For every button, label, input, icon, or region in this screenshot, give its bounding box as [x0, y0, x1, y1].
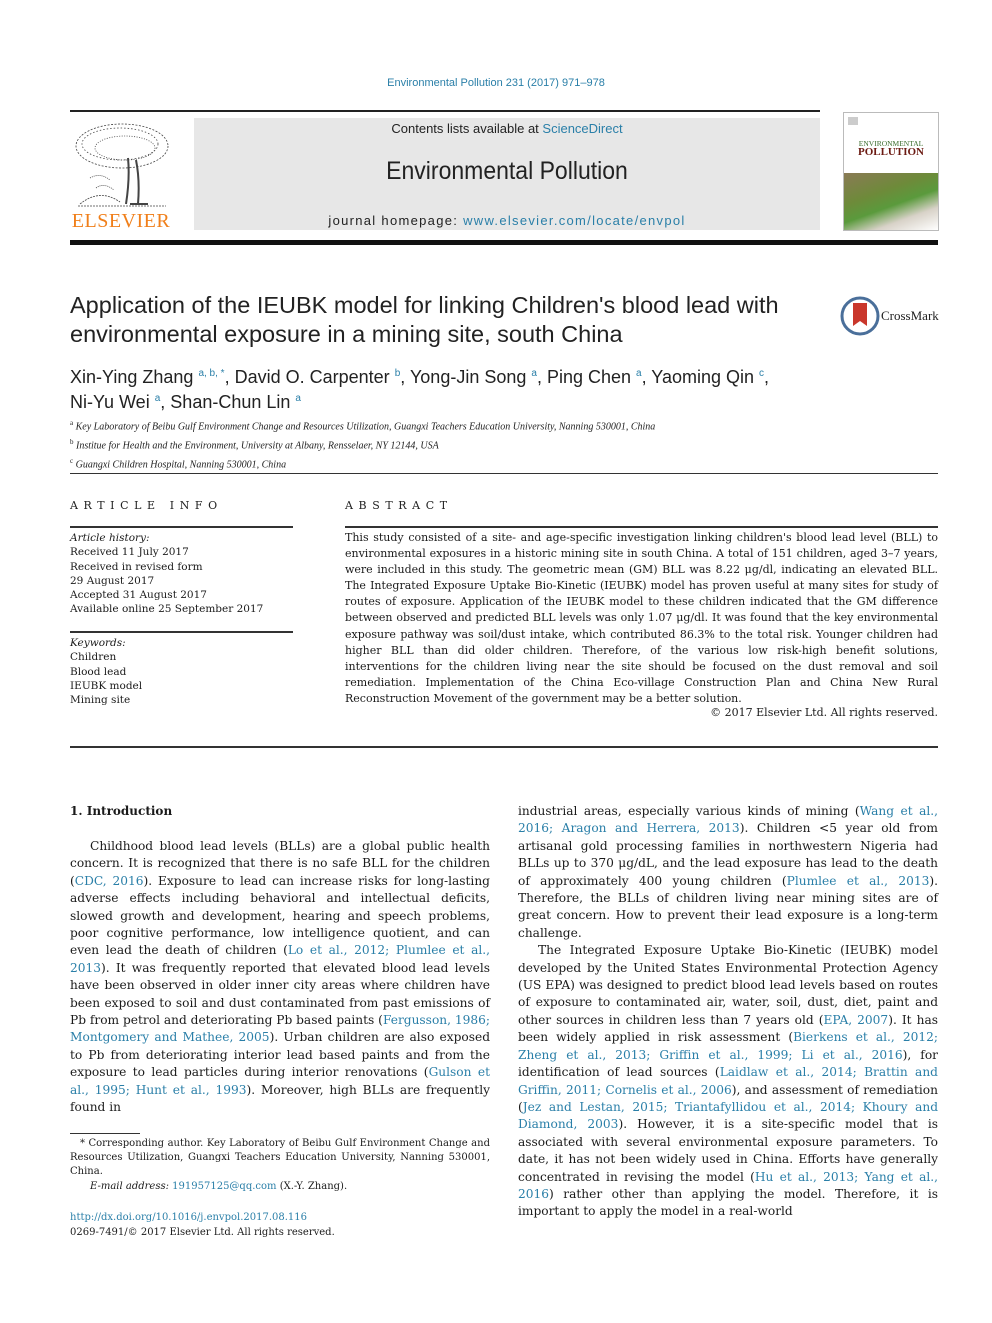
history-label: Article history:: [70, 532, 150, 544]
email-suffix: (X.-Y. Zhang).: [276, 1180, 348, 1192]
divider: [70, 473, 938, 474]
cover-image: [844, 173, 938, 230]
contents-line: Contents lists available at ScienceDirec…: [194, 121, 820, 136]
keyword: Children: [70, 651, 117, 664]
author[interactable]: Yong-Jin Song a: [410, 367, 537, 387]
email-label: E-mail address:: [90, 1180, 173, 1192]
divider: [70, 526, 293, 528]
journal-cover-thumbnail[interactable]: ENVIRONMENTAL POLLUTION: [843, 112, 939, 231]
issn-copyright: 0269-7491/© 2017 Elsevier Ltd. All right…: [70, 1226, 335, 1238]
divider: [345, 526, 938, 528]
paragraph: industrial areas, especially various kin…: [518, 803, 938, 942]
history-item: Accepted 31 August 2017: [70, 589, 207, 602]
keywords: Keywords: Children Blood lead IEUBK mode…: [70, 636, 293, 707]
footnote: * Corresponding author. Key Laboratory o…: [70, 1137, 490, 1194]
affiliation: c Guangxi Children Hospital, Nanning 530…: [70, 456, 287, 470]
divider: [70, 746, 938, 748]
author[interactable]: David O. Carpenter b: [235, 367, 401, 387]
divider: [70, 631, 293, 633]
body-text: industrial areas, especially various kin…: [518, 804, 860, 818]
abstract-body: This study consisted of a site- and age-…: [345, 531, 938, 705]
footnote-rule: [70, 1133, 140, 1134]
doi-block: http://dx.doi.org/10.1016/j.envpol.2017.…: [70, 1211, 335, 1240]
paragraph: The Integrated Exposure Uptake Bio-Kinet…: [518, 942, 938, 1221]
header-thick-rule: [70, 240, 938, 245]
body-column-right: industrial areas, especially various kin…: [518, 803, 938, 1221]
author[interactable]: Ping Chen a: [547, 367, 642, 387]
crossmark-button[interactable]: CrossMark: [840, 296, 940, 336]
paragraph: Childhood blood lead levels (BLLs) are a…: [70, 838, 490, 1117]
citation-link[interactable]: EPA, 2007: [823, 1013, 888, 1027]
keyword: Blood lead: [70, 665, 127, 678]
citation-link[interactable]: Plumlee et al., 2013: [787, 874, 930, 888]
affiliations: a Key Laboratory of Beibu Gulf Environme…: [70, 416, 930, 472]
email-line: E-mail address: 191957125@qq.com (X.-Y. …: [70, 1180, 490, 1194]
journal-title: Environmental Pollution: [386, 157, 628, 185]
section-heading-introduction: 1. Introduction: [70, 804, 173, 818]
author-list: Xin-Ying Zhang a, b, *, David O. Carpent…: [70, 367, 770, 412]
email-link[interactable]: 191957125@qq.com: [172, 1181, 276, 1192]
abstract-heading: ABSTRACT: [345, 499, 453, 512]
sciencedirect-link[interactable]: ScienceDirect: [542, 121, 622, 136]
citation-link[interactable]: CDC, 2016: [75, 874, 144, 888]
keywords-label: Keywords:: [70, 637, 126, 649]
elsevier-wordmark: ELSEVIER: [71, 210, 171, 232]
body-text: ) rather other than applying the model. …: [518, 1186, 938, 1219]
history-item: 29 August 2017: [70, 574, 155, 587]
article-title: Application of the IEUBK model for linki…: [70, 292, 779, 347]
journal-citation[interactable]: Environmental Pollution 231 (2017) 971–9…: [0, 77, 992, 89]
article-history: Article history: Received 11 July 2017 R…: [70, 531, 293, 617]
doi-link[interactable]: http://dx.doi.org/10.1016/j.envpol.2017.…: [70, 1211, 335, 1226]
article-info-heading: ARTICLE INFO: [70, 499, 223, 512]
homepage-link[interactable]: www.elsevier.com/locate/envpol: [463, 213, 686, 228]
history-item: Received 11 July 2017: [70, 546, 189, 559]
tree-icon: [75, 123, 169, 207]
keyword: IEUBK model: [70, 679, 143, 692]
history-item: Received in revised form: [70, 560, 203, 573]
author[interactable]: Xin-Ying Zhang a, b, *: [70, 367, 225, 387]
crossmark-label: CrossMark: [881, 308, 939, 323]
affiliation: a Key Laboratory of Beibu Gulf Environme…: [70, 419, 656, 433]
header-rule: [70, 110, 820, 112]
keyword: Mining site: [70, 694, 131, 707]
homepage-prefix: journal homepage:: [328, 213, 464, 228]
journal-homepage: journal homepage: www.elsevier.com/locat…: [194, 213, 820, 228]
body-column-left: Childhood blood lead levels (BLLs) are a…: [70, 838, 490, 1117]
corresponding-author-note: * Corresponding author. Key Laboratory o…: [70, 1138, 490, 1178]
abstract-copyright: © 2017 Elsevier Ltd. All rights reserved…: [710, 706, 938, 719]
cover-title-line2: POLLUTION: [857, 146, 924, 158]
author[interactable]: Ni-Yu Wei a: [70, 392, 160, 412]
contents-prefix: Contents lists available at: [391, 121, 543, 136]
history-item: Available online 25 September 2017: [70, 603, 264, 616]
author[interactable]: Shan-Chun Lin a: [170, 392, 301, 412]
crossmark-icon: [840, 296, 880, 336]
author[interactable]: Yaoming Qin c: [651, 367, 764, 387]
cover-publisher-mark: [848, 117, 858, 125]
affiliation: b Institue for Health and the Environmen…: [70, 437, 439, 452]
